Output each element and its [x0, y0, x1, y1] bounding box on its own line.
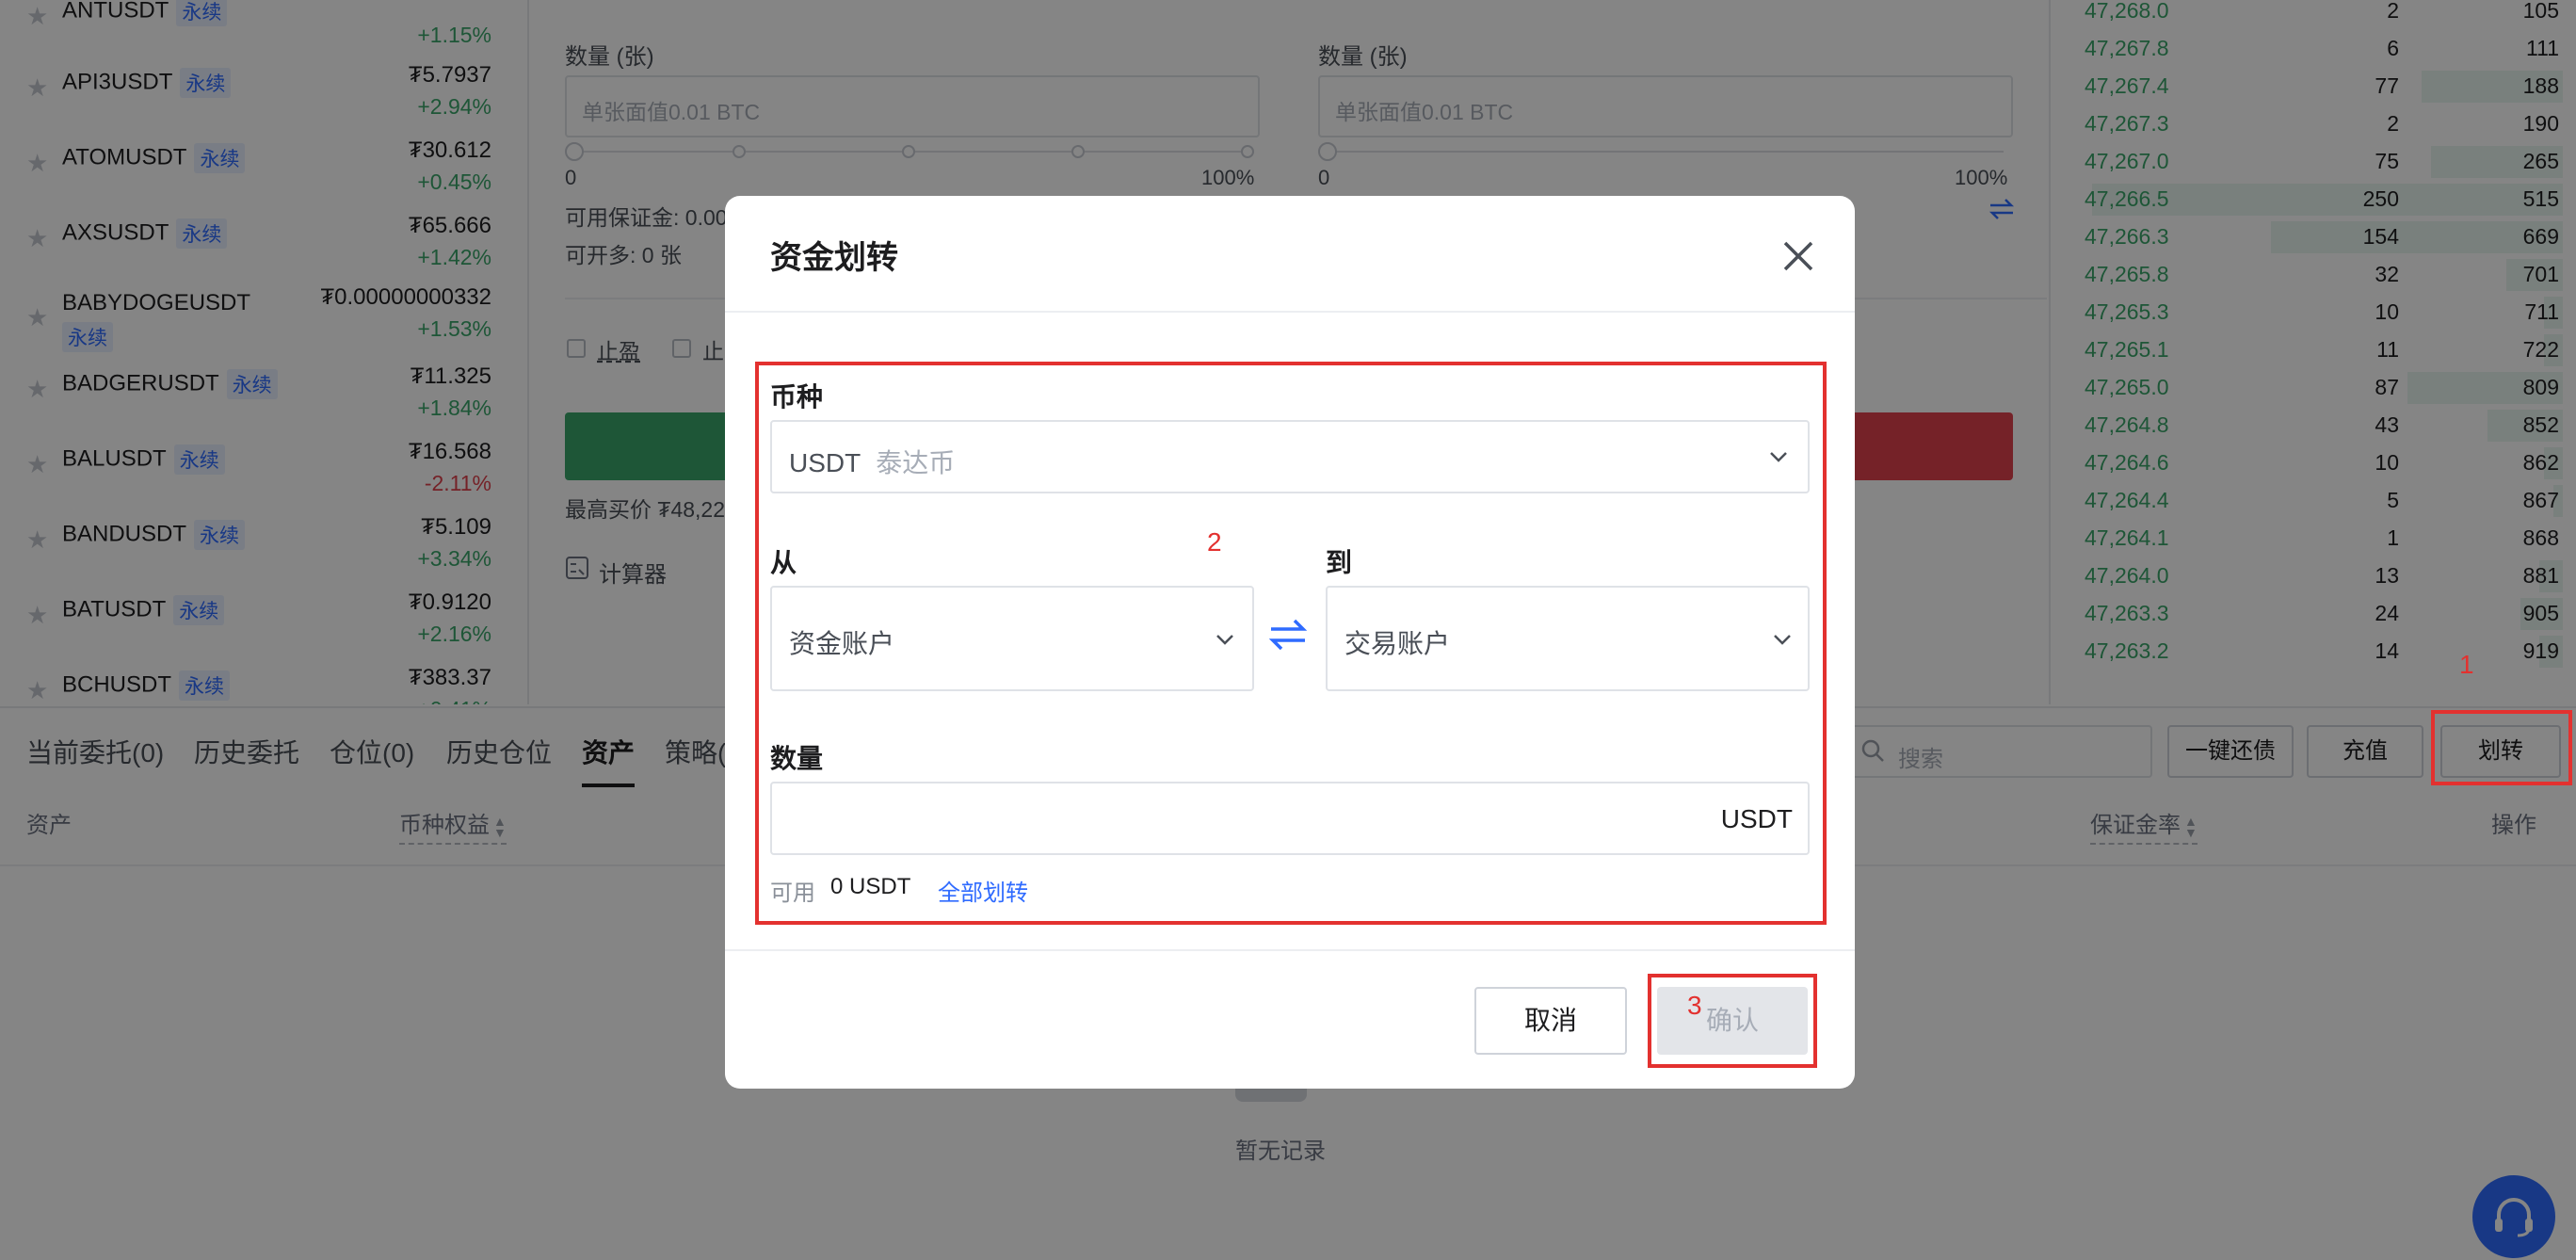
close-icon[interactable]: [1778, 235, 1819, 277]
chevron-down-icon: [1774, 635, 1791, 645]
annotation-box-step1: [2431, 710, 2572, 785]
to-account-select[interactable]: 交易账户: [1326, 586, 1810, 691]
available-value: 0 USDT: [830, 874, 911, 899]
from-account-value: 资金账户: [789, 629, 895, 658]
amount-label: 数量: [770, 744, 824, 773]
amount-unit: USDT: [1720, 804, 1793, 833]
available-label: 可用: [770, 880, 815, 906]
amount-input[interactable]: USDT: [770, 782, 1810, 855]
cancel-button[interactable]: 取消: [1474, 987, 1627, 1055]
currency-name: 泰达币: [876, 448, 956, 477]
annotation-step3: 3: [1687, 991, 1702, 1020]
dialog-divider: [725, 311, 1855, 313]
currency-select[interactable]: USDT 泰达币: [770, 420, 1810, 493]
chevron-down-icon: [1770, 452, 1787, 462]
transfer-dialog: 资金划转 2 币种 USDT 泰达币 从 资金账户 到 交易账户 数量 USDT …: [725, 196, 1855, 1089]
dialog-title: 资金划转: [770, 240, 898, 276]
from-label: 从: [770, 548, 797, 577]
footer-divider: [725, 949, 1855, 951]
to-label: 到: [1326, 548, 1353, 577]
currency-code: USDT: [789, 448, 861, 477]
chevron-down-icon: [1216, 635, 1233, 645]
swap-accounts-icon[interactable]: [1269, 618, 1307, 652]
from-account-select[interactable]: 资金账户: [770, 586, 1254, 691]
annotation-step1: 1: [2459, 650, 2474, 679]
currency-label: 币种: [770, 382, 824, 412]
currency-value: USDT 泰达币: [789, 443, 955, 480]
annotation-step2: 2: [1207, 527, 1222, 557]
to-account-value: 交易账户: [1344, 629, 1451, 658]
transfer-all-link[interactable]: 全部划转: [938, 874, 1028, 907]
annotation-box-step3: [1648, 974, 1817, 1068]
